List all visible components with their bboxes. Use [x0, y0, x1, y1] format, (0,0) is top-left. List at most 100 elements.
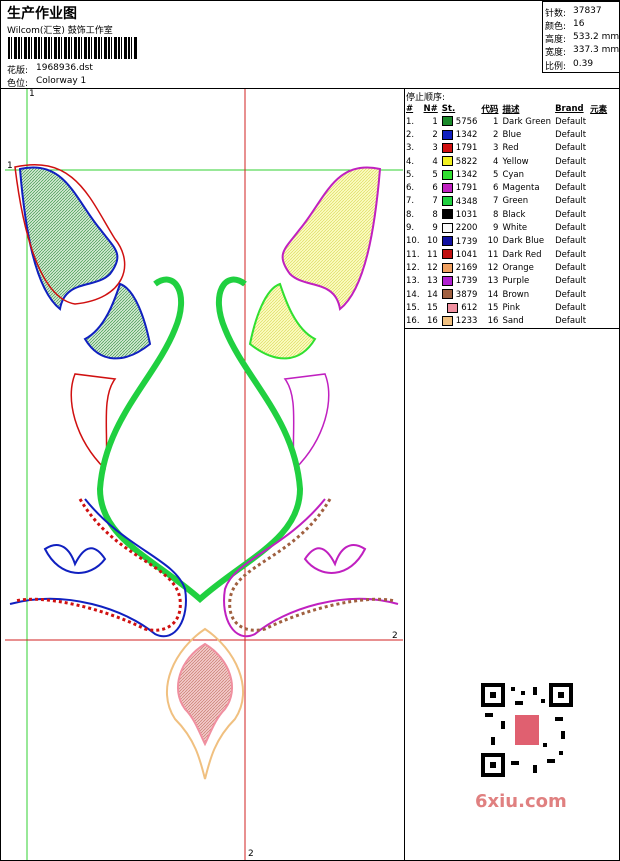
code: 3: [493, 143, 499, 154]
description: Dark Green: [502, 116, 552, 127]
code: 16: [487, 316, 499, 327]
stop-row: 10. 10 1739 10 Dark Blue Default: [404, 235, 609, 248]
color-swatch: [441, 156, 453, 167]
code: 4: [493, 156, 499, 167]
qr-code: [481, 681, 573, 781]
table-divider: [404, 328, 619, 329]
stitch-count-value: 1041: [455, 249, 478, 260]
brand: Default: [555, 196, 587, 207]
color-swatch: [441, 262, 453, 273]
brand: Default: [555, 276, 587, 287]
stop-sequence-table: # N# St. 代码 描述 Brand 元素 1. 1 5756 1 Dark Green Defa…: [404, 102, 609, 328]
scale-value: 0.39: [573, 59, 594, 69]
stitch-count-value: 5822: [455, 156, 478, 167]
color-swatch: [441, 209, 453, 220]
stop-index: 15.: [406, 302, 420, 313]
brand: Default: [555, 223, 587, 234]
needle-number: 14: [426, 289, 438, 300]
stitch-count: 612: [440, 301, 480, 314]
width-value: 337.3 mm: [573, 45, 620, 55]
stitch-count: 1791: [440, 181, 480, 194]
stop-index: 11.: [406, 249, 420, 260]
stitch-count-value: 3879: [455, 289, 478, 300]
stitch-count-value: 2200: [455, 223, 478, 234]
stop-header-1: N#: [423, 103, 438, 114]
stop-index: 13.: [406, 276, 420, 287]
left-leaf: [18, 166, 119, 311]
stop-header-0: #: [406, 103, 414, 114]
color-swatch: [447, 302, 459, 313]
stitch-count: 2169: [440, 261, 480, 274]
needle-number: 8: [432, 209, 438, 220]
color-swatch: [441, 116, 453, 127]
design-label: 花版:: [7, 66, 29, 76]
stop-index: 1.: [406, 116, 415, 127]
brand: Default: [555, 183, 587, 194]
stop-header-4: 描述: [502, 104, 520, 115]
stop-row: 11. 11 1041 11 Dark Red Default: [404, 248, 609, 261]
color-swatch: [441, 142, 453, 153]
description: Green: [502, 196, 529, 207]
stop-index: 6.: [406, 183, 415, 194]
color-swatch: [441, 249, 453, 260]
stop-index: 8.: [406, 209, 415, 220]
stitch-count-value: 1791: [455, 143, 478, 154]
stitch-count: 5756: [440, 115, 480, 128]
code: 1: [493, 116, 499, 127]
code: 11: [487, 249, 499, 260]
stitch-count-value: 1233: [455, 316, 478, 327]
needle-number: 7: [432, 196, 438, 207]
marker-1-top: 1: [29, 89, 35, 99]
needle-number: 6: [432, 183, 438, 194]
stop-row: 14. 14 3879 14 Brown Default: [404, 288, 609, 301]
description: Dark Blue: [502, 236, 545, 247]
stitch-count-value: 5756: [455, 116, 478, 127]
needle-number: 11: [426, 249, 438, 260]
color-swatch: [441, 289, 453, 300]
description: Red: [502, 143, 519, 154]
description: Purple: [502, 276, 530, 287]
needle-number: 2: [432, 129, 438, 140]
marker-2-bottom: 2: [248, 849, 254, 859]
stop-row: 13. 13 1739 13 Purple Default: [404, 275, 609, 288]
description: Brown: [502, 289, 530, 300]
stitch-count: 3879: [440, 288, 480, 301]
color-swatch: [441, 222, 453, 233]
brand: Default: [555, 289, 587, 300]
code: 7: [493, 196, 499, 207]
qr-logo: [515, 715, 539, 745]
height-label: 高度:: [545, 35, 567, 45]
colors-label: 颜色:: [545, 22, 567, 32]
brand: Default: [555, 129, 587, 140]
brand: Default: [555, 262, 587, 273]
description: Cyan: [502, 169, 524, 180]
stop-row: 5. 5 1342 5 Cyan Default: [404, 168, 609, 181]
stop-index: 5.: [406, 169, 415, 180]
needle-number: 5: [432, 169, 438, 180]
needle-number: 9: [432, 223, 438, 234]
description: Blue: [502, 129, 522, 140]
stop-header-2: St.: [441, 103, 456, 114]
stitch-count: 1739: [440, 235, 480, 248]
stop-row: 6. 6 1791 6 Magenta Default: [404, 181, 609, 194]
watermark: 6xiu.com: [475, 791, 567, 812]
code: 15: [487, 302, 499, 313]
brand: Default: [555, 209, 587, 220]
code: 14: [487, 289, 499, 300]
brand: Default: [555, 249, 587, 260]
brand: Default: [555, 156, 587, 167]
stop-index: 12.: [406, 262, 420, 273]
code: 9: [493, 223, 499, 234]
left-bud: [83, 282, 152, 360]
description: Pink: [502, 302, 521, 313]
description: Yellow: [502, 156, 529, 167]
right-bud: [248, 282, 317, 360]
description: Sand: [502, 316, 524, 327]
stop-header-3: 代码: [481, 104, 499, 115]
design-file: 1968936.dst: [36, 63, 93, 73]
stop-row: 3. 3 1791 3 Red Default: [404, 142, 609, 155]
stop-index: 4.: [406, 156, 415, 167]
stop-index: 3.: [406, 143, 415, 154]
description: Orange: [502, 262, 534, 273]
code: 12: [487, 262, 499, 273]
